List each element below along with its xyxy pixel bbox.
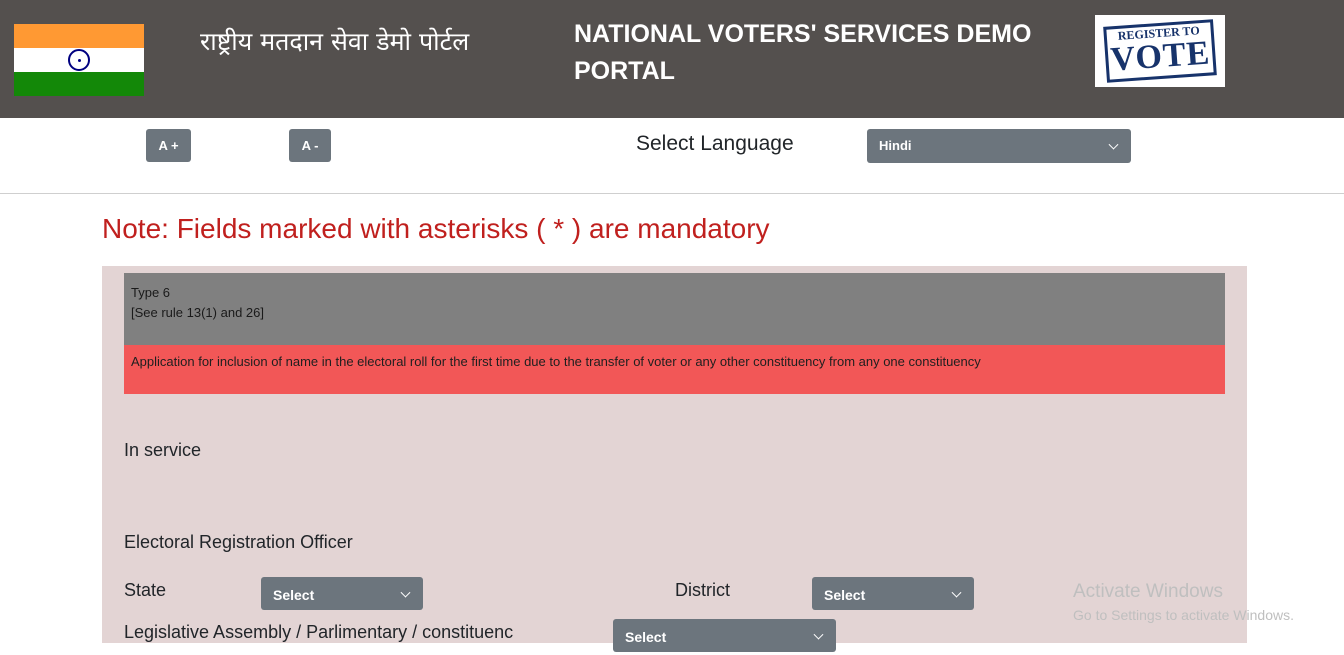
register-to-vote-logo: REGISTER TO VOTE [1095, 15, 1225, 87]
chevron-down-icon [1108, 139, 1119, 150]
state-label: State [124, 580, 167, 600]
district-select[interactable]: Select [812, 577, 974, 610]
form-rule-reference: [See rule 13(1) and 26] [131, 305, 264, 320]
increase-font-button[interactable]: A + [146, 129, 191, 162]
in-service-label: In service [124, 440, 202, 460]
state-select[interactable]: Select [261, 577, 423, 610]
india-flag-icon [14, 24, 144, 96]
logo-line2: VOTE [1109, 34, 1212, 79]
district-label: District [675, 580, 730, 600]
language-select[interactable]: Hindi [867, 129, 1131, 163]
assembly-constituency-label: Legislative Assembly / Parlimentary / co… [124, 622, 514, 642]
chevron-down-icon [951, 587, 962, 598]
chevron-down-icon [400, 587, 411, 598]
application-description: Application for inclusion of name in the… [124, 345, 1225, 394]
activate-windows-subtitle: Go to Settings to activate Windows. [1073, 607, 1294, 623]
site-header: राष्ट्रीय मतदान सेवा डेमो पोर्टल NATIONA… [0, 0, 1344, 118]
chevron-down-icon [813, 629, 824, 640]
district-select-value: Select [824, 587, 866, 603]
assembly-constituency-select[interactable]: Select [613, 619, 836, 652]
state-select-value: Select [273, 587, 315, 603]
mandatory-fields-note: Note: Fields marked with asterisks ( * )… [102, 213, 770, 244]
english-portal-title: NATIONAL VOTERS' SERVICES DEMO PORTAL [574, 20, 1032, 85]
decrease-font-button[interactable]: A - [289, 129, 331, 162]
activate-windows-title: Activate Windows [1073, 581, 1223, 602]
accessibility-toolbar: A + A - Select Language Hindi [0, 118, 1344, 194]
language-select-value: Hindi [879, 138, 912, 153]
form-type-box: Type 6 [See rule 13(1) and 26] [124, 273, 1225, 345]
select-language-label: Select Language [636, 132, 794, 155]
hindi-portal-title: राष्ट्रीय मतदान सेवा डेमो पोर्टल [200, 27, 470, 56]
activate-windows-watermark: Activate Windows Go to Settings to activ… [1073, 580, 1294, 626]
form-type-title: Type 6 [131, 285, 171, 300]
ero-section-label: Electoral Registration Officer [124, 532, 353, 552]
